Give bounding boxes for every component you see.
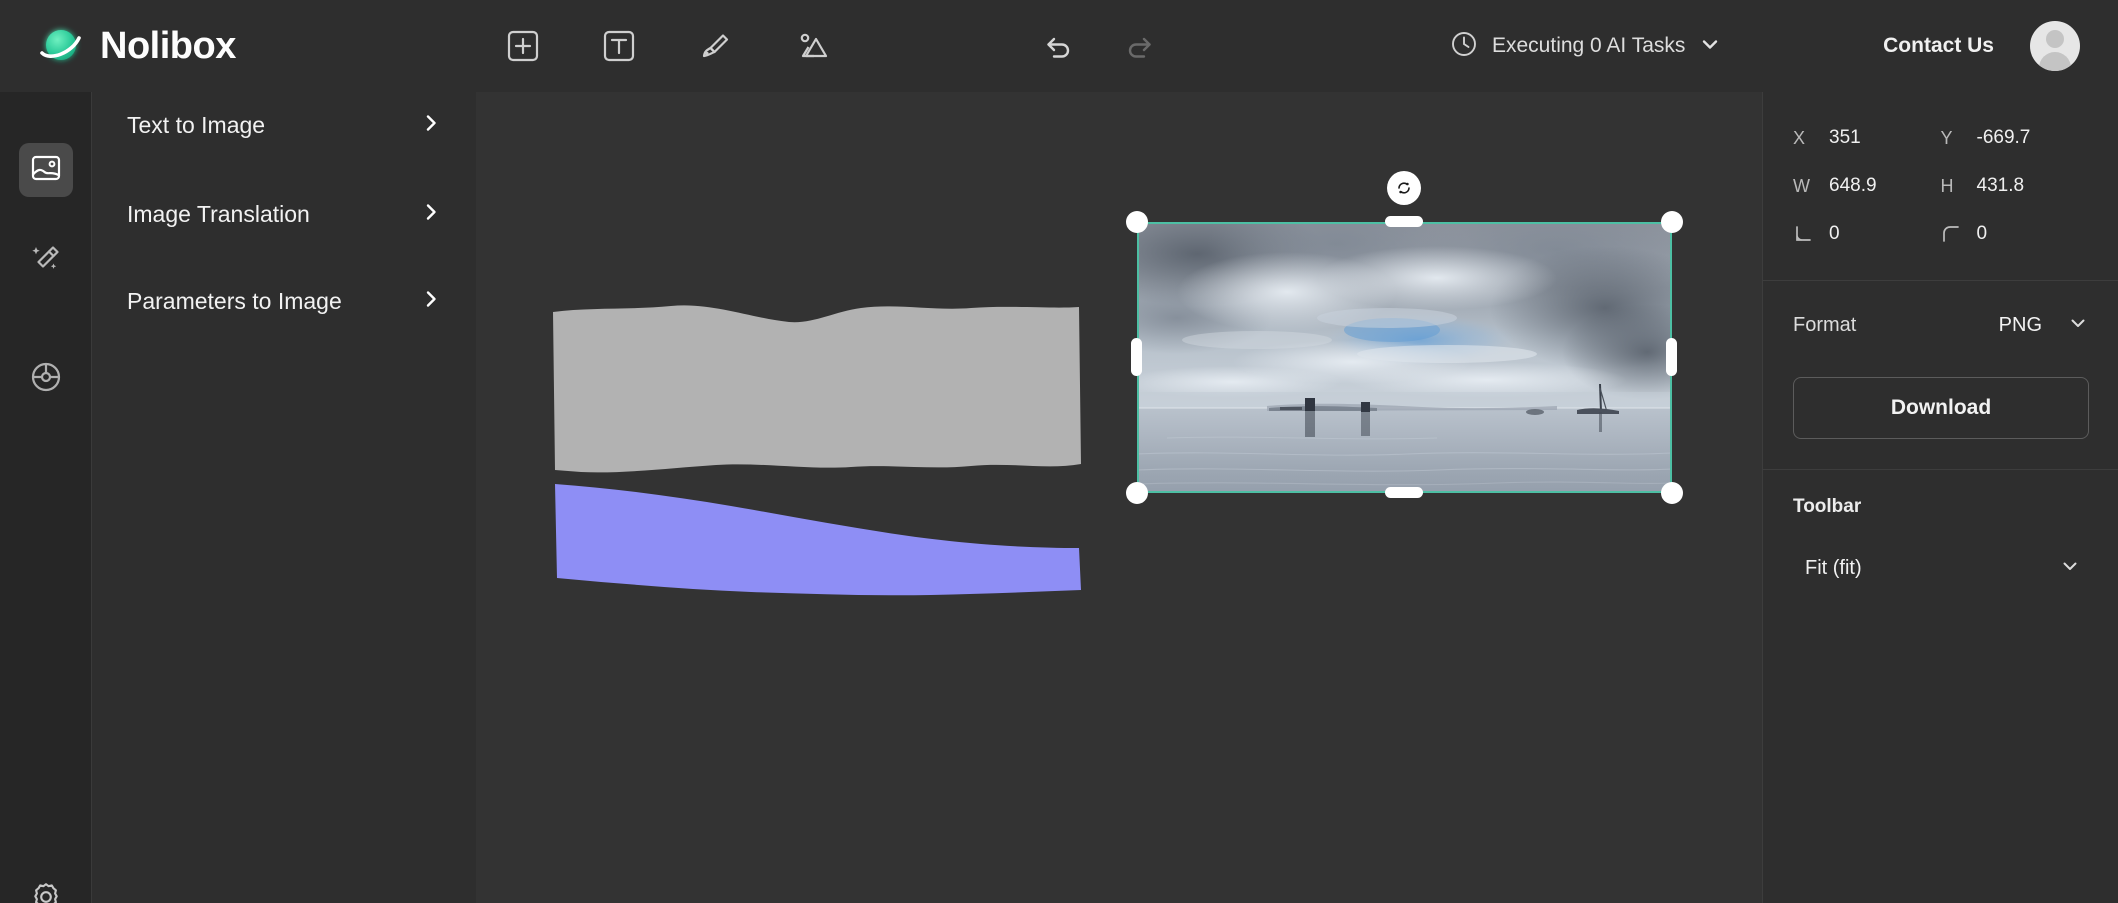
format-select[interactable]: PNG [1999, 313, 2088, 338]
download-button[interactable]: Download [1793, 377, 2089, 439]
history-group [1035, 0, 1163, 92]
toolbar-section-title: Toolbar [1793, 496, 1862, 517]
icon-rail [0, 92, 92, 903]
design-canvas[interactable] [476, 92, 1762, 903]
plus-square-icon[interactable] [500, 23, 546, 69]
resize-handle-bottom-left[interactable] [1126, 482, 1148, 504]
x-value[interactable]: 351 [1829, 127, 1861, 149]
menu-item-label: Parameters to Image [127, 287, 342, 314]
color-wheel-icon [28, 359, 64, 400]
ai-tasks-label: Executing 0 AI Tasks [1492, 34, 1686, 57]
resize-handle-left[interactable] [1131, 338, 1142, 376]
chevron-right-icon [420, 112, 442, 139]
rail-item-color-wheel-tool[interactable] [19, 352, 73, 406]
top-bar-right: Contact Us [1883, 0, 2080, 92]
purple-freeform-shape[interactable] [551, 482, 1083, 601]
chevron-down-icon[interactable] [1699, 33, 1721, 60]
resize-handle-bottom[interactable] [1385, 487, 1423, 498]
width-field[interactable]: W 648.9 [1793, 175, 1941, 197]
menu-item-label: Text to Image [127, 111, 266, 138]
rotation-value[interactable]: 0 [1829, 223, 1840, 245]
rotation-field[interactable]: 0 [1793, 223, 1941, 245]
menu-item-parameters-to-image[interactable]: Parameters to Image [93, 273, 476, 329]
menu-item-image-translation[interactable]: Image Translation [93, 186, 476, 242]
text-square-icon[interactable] [596, 23, 642, 69]
ai-tasks-status[interactable]: Executing 0 AI Tasks [1450, 0, 1721, 92]
gear-icon [28, 879, 64, 903]
angle-icon [1793, 224, 1813, 244]
format-value: PNG [1998, 313, 2042, 336]
chevron-down-icon [2068, 313, 2088, 338]
feature-menu-panel: Text to Image Image Translation Paramete… [93, 92, 476, 903]
corner-radius-value[interactable]: 0 [1977, 223, 1988, 245]
chevron-down-icon [2060, 556, 2080, 581]
size-row: W 648.9 H 431.8 [1793, 162, 2088, 210]
menu-item-text-to-image[interactable]: Text to Image [93, 97, 476, 153]
height-label: H [1940, 175, 1954, 196]
fit-mode-value: Fit (fit) [1805, 556, 1862, 579]
resize-handle-bottom-right[interactable] [1661, 482, 1683, 504]
toolbar-section: Toolbar Fit (fit) [1763, 470, 2118, 588]
rotation-radius-row: 0 0 [1793, 210, 2088, 258]
planet-logo-icon [38, 23, 84, 69]
y-field[interactable]: Y -669.7 [1941, 127, 2089, 149]
contact-us-link[interactable]: Contact Us [1883, 34, 1994, 58]
properties-panel: X 351 Y -669.7 W 648.9 H 431.8 0 0 Forma… [1762, 92, 2118, 903]
menu-item-label: Image Translation [127, 200, 310, 227]
resize-handle-right[interactable] [1666, 338, 1677, 376]
gray-freeform-shape[interactable] [551, 304, 1083, 479]
user-avatar-icon[interactable] [2030, 21, 2080, 71]
tool-group [500, 0, 834, 92]
x-label: X [1793, 127, 1806, 148]
rail-item-settings[interactable] [19, 872, 73, 903]
app-root: Nolibox Executing 0 AI Tasks Contact Us … [0, 0, 2118, 903]
image-icon [29, 151, 63, 190]
format-row: Format PNG [1793, 307, 2088, 343]
x-field[interactable]: X 351 [1793, 127, 1941, 149]
format-section: Format PNG Download [1763, 281, 2118, 470]
corner-radius-icon [1941, 224, 1961, 244]
top-bar: Nolibox Executing 0 AI Tasks Contact Us [0, 0, 2118, 92]
brand-name: Nolibox [100, 24, 236, 67]
resize-handle-top[interactable] [1385, 216, 1423, 227]
image-mountain-icon[interactable] [788, 23, 834, 69]
format-label: Format [1793, 313, 1857, 336]
clock-icon [1450, 30, 1478, 63]
rotate-handle[interactable] [1387, 171, 1421, 205]
transform-section: X 351 Y -669.7 W 648.9 H 431.8 0 0 [1763, 92, 2118, 281]
height-field[interactable]: H 431.8 [1941, 175, 2089, 197]
redo-arrow-icon[interactable] [1117, 23, 1163, 69]
selected-image-object[interactable] [1126, 171, 1683, 504]
chevron-right-icon [420, 288, 442, 315]
height-value[interactable]: 431.8 [1977, 175, 2025, 197]
rail-item-image-tool[interactable] [19, 143, 73, 197]
y-value[interactable]: -669.7 [1977, 127, 2031, 149]
resize-handle-top-right[interactable] [1661, 211, 1683, 233]
resize-handle-top-left[interactable] [1126, 211, 1148, 233]
undo-arrow-icon[interactable] [1035, 23, 1081, 69]
width-value[interactable]: 648.9 [1829, 175, 1877, 197]
rail-item-magic-wand-tool[interactable] [19, 233, 73, 287]
paintbrush-icon[interactable] [692, 23, 738, 69]
width-label: W [1793, 175, 1810, 196]
fit-mode-select[interactable]: Fit (fit) [1793, 548, 2088, 588]
corner-radius-field[interactable]: 0 [1941, 223, 2089, 245]
seascape-photo[interactable] [1137, 222, 1672, 493]
y-label: Y [1940, 127, 1953, 148]
brand[interactable]: Nolibox [38, 23, 236, 69]
chevron-right-icon [420, 201, 442, 228]
magic-wand-icon [28, 240, 64, 281]
position-row: X 351 Y -669.7 [1793, 114, 2088, 162]
